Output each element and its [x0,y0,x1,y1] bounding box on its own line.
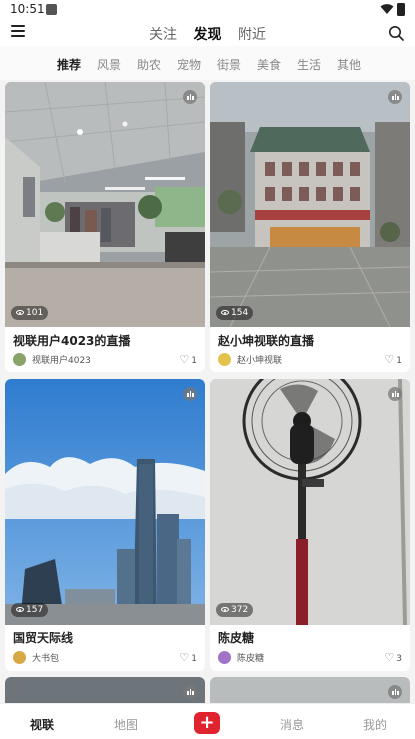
stream-thumbnail: 157 [5,379,205,625]
tab-nearby[interactable]: 附近 [238,24,266,44]
category-other[interactable]: 其他 [337,56,361,73]
view-count: 157 [11,603,49,617]
heart-icon: ♡ [384,651,395,664]
card-title: 陈皮糖 [218,631,255,645]
view-count: 154 [216,306,254,320]
live-status-icon [388,387,402,401]
eye-icon [16,607,24,612]
category-agriculture[interactable]: 助农 [137,56,161,73]
top-tabs: 关注 发现 附近 [0,24,415,49]
heart-icon: ♡ [384,353,395,366]
category-recommend[interactable]: 推荐 [57,56,81,73]
stream-card[interactable]: 101 视联用户4023的直播 视联用户4023 ♡ 1 [5,82,205,372]
live-status-icon [183,387,197,401]
heart-icon: ♡ [179,353,190,366]
card-author[interactable]: 陈皮糖 [218,651,264,664]
stream-card[interactable]: 157 国贸天际线 大书包 ♡ 1 [5,379,205,671]
nav-messages[interactable]: 消息 [280,716,304,733]
category-life[interactable]: 生活 [297,56,321,73]
view-count: 101 [11,306,49,320]
card-title: 视联用户4023的直播 [13,334,131,348]
card-title: 赵小坤视联的直播 [218,334,315,348]
status-time: 10:51 [10,2,45,16]
stream-card[interactable]: 372 陈皮糖 陈皮糖 ♡ 3 [210,379,410,671]
category-bar: 推荐 风景 助农 宠物 街景 美食 生活 其他 [0,46,415,80]
status-bar: 10:51 [0,0,415,20]
tab-follow[interactable]: 关注 [149,24,177,44]
avatar [13,353,26,366]
like-count[interactable]: ♡ 1 [384,353,402,366]
nav-home[interactable]: 视联 [30,716,54,733]
category-street[interactable]: 街景 [217,56,241,73]
like-count[interactable]: ♡ 1 [179,651,197,664]
like-count[interactable]: ♡ 1 [179,353,197,366]
eye-icon [221,310,229,315]
avatar [218,353,231,366]
live-status-icon [388,685,402,699]
stream-thumbnail: 372 [210,379,410,625]
battery-icon [397,3,405,16]
card-title: 国贸天际线 [13,631,74,645]
bottom-nav: 视联 地图 + 消息 我的 [0,703,415,739]
add-button[interactable]: + [194,712,220,734]
category-pets[interactable]: 宠物 [177,56,201,73]
nav-profile[interactable]: 我的 [363,716,387,733]
heart-icon: ♡ [179,651,190,664]
category-food[interactable]: 美食 [257,56,281,73]
notification-icon [46,4,57,15]
like-count[interactable]: ♡ 3 [384,651,402,664]
stream-thumbnail: 101 [5,82,205,327]
card-author[interactable]: 视联用户4023 [13,353,91,366]
tab-discover[interactable]: 发现 [194,24,222,49]
stream-card[interactable]: 154 赵小坤视联的直播 赵小坤视联 ♡ 1 [210,82,410,372]
avatar [218,651,231,664]
eye-icon [16,310,24,315]
search-icon[interactable] [388,25,404,41]
nav-map[interactable]: 地图 [114,716,138,733]
avatar [13,651,26,664]
stream-thumbnail: 154 [210,82,410,327]
live-status-icon [388,90,402,104]
view-count: 372 [216,603,254,617]
card-author[interactable]: 赵小坤视联 [218,353,282,366]
top-nav: 关注 发现 附近 [0,20,415,49]
live-status-icon [183,685,197,699]
live-status-icon [183,90,197,104]
wifi-icon [380,4,394,14]
card-author[interactable]: 大书包 [13,651,59,664]
category-scenery[interactable]: 风景 [97,56,121,73]
eye-icon [221,607,229,612]
